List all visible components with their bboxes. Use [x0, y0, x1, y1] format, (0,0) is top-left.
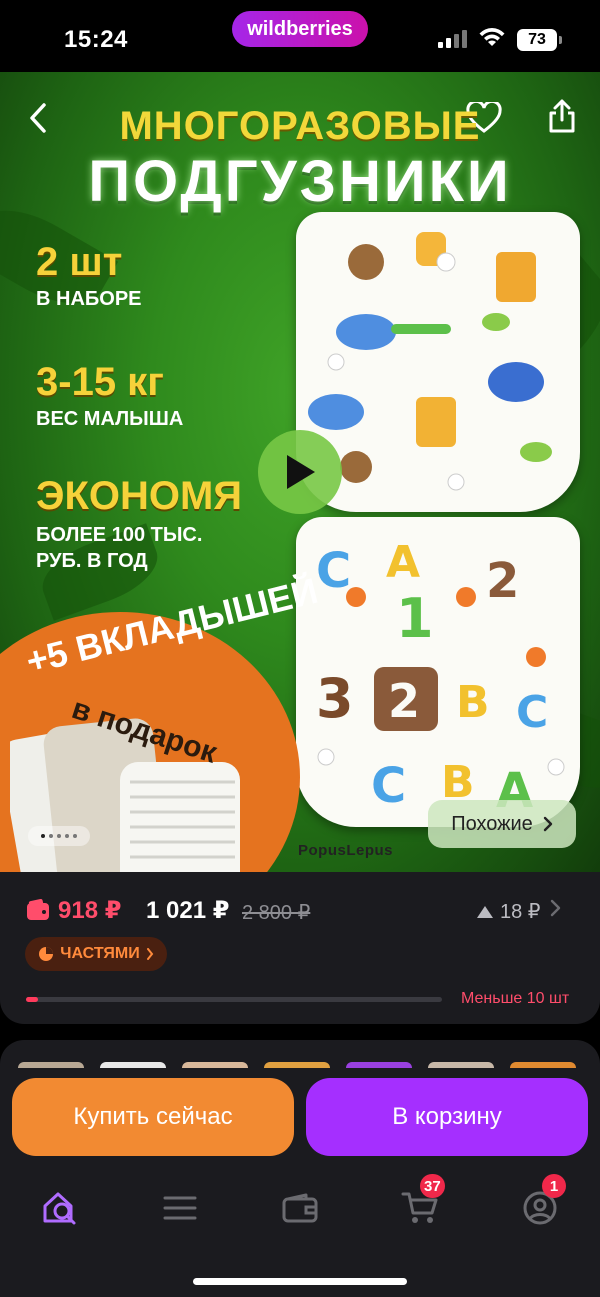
home-indicator — [193, 1278, 407, 1285]
carousel-pagination — [28, 826, 90, 846]
tab-home[interactable] — [38, 1186, 82, 1230]
tab-profile[interactable]: 1 — [518, 1174, 566, 1230]
svg-text:C: C — [316, 543, 351, 599]
tab-cart[interactable]: 37 — [398, 1174, 445, 1230]
wifi-icon — [479, 28, 505, 46]
variant-thumbnail[interactable] — [346, 1062, 412, 1068]
product-image-carousel[interactable]: МНОГОРАЗОВЫЕ ПОДГУЗНИКИ 2 шт В НАБОРЕ 3-… — [0, 72, 600, 872]
stat-savings-line2: РУБ. В ГОД — [36, 550, 148, 572]
svg-text:B: B — [456, 677, 490, 728]
pie-chart-icon — [39, 947, 54, 961]
old-price: 2 800 ₽ — [242, 902, 311, 924]
menu-icon — [163, 1196, 197, 1220]
svg-text:2: 2 — [486, 553, 519, 609]
stock-progress-bar — [26, 997, 442, 1002]
variant-thumbnail[interactable] — [100, 1062, 166, 1068]
wallet-price: 918 ₽ — [58, 897, 122, 924]
tab-wallet[interactable] — [278, 1186, 322, 1230]
similar-products-label: Похожие — [451, 812, 533, 835]
variant-thumbnail[interactable] — [264, 1062, 330, 1068]
svg-text:C: C — [516, 687, 548, 738]
diaper-alphabet-print: C A 2 1 3 2 B C C B A — [296, 517, 580, 827]
play-video-button[interactable] — [258, 430, 342, 514]
svg-text:C: C — [371, 758, 406, 814]
battery-indicator: 73 — [517, 29, 562, 51]
tab-catalog[interactable] — [158, 1186, 202, 1230]
status-bar: 15:24 wildberries 73 — [0, 0, 600, 72]
stat-savings: ЭКОНОМЯ — [36, 474, 243, 518]
add-to-cart-button[interactable]: В корзину — [306, 1078, 588, 1156]
stock-progress-fill — [26, 997, 39, 1002]
cart-badge: 37 — [420, 1174, 445, 1198]
chevron-right-icon[interactable] — [549, 898, 563, 918]
variant-thumbnail[interactable] — [428, 1062, 494, 1068]
current-price: 1 021 ₽ — [146, 897, 230, 924]
variant-thumbnail[interactable] — [18, 1062, 84, 1068]
installments-label: ЧАСТЯМИ — [60, 945, 140, 962]
similar-products-button[interactable]: Похожие — [428, 800, 576, 848]
hero-title-line1: МНОГОРАЗОВЫЕ — [119, 104, 481, 148]
hero-title-line2: ПОДГУЗНИКИ — [88, 149, 512, 214]
svg-text:A: A — [386, 537, 420, 588]
price-rise-value: 18 ₽ — [500, 901, 541, 923]
variant-thumbnail[interactable] — [182, 1062, 248, 1068]
variant-thumbnail[interactable] — [510, 1062, 576, 1068]
installments-button[interactable]: ЧАСТЯМИ — [25, 937, 167, 971]
triangle-up-icon — [477, 905, 493, 918]
stat-weight: 3-15 кг — [36, 360, 164, 404]
chevron-right-icon — [146, 948, 153, 960]
stat-weight-label: ВЕС МАЛЫША — [36, 408, 184, 430]
svg-text:3: 3 — [316, 667, 354, 730]
stock-label: Меньше 10 шт — [461, 990, 570, 1007]
buy-now-button[interactable]: Купить сейчас — [12, 1078, 294, 1156]
svg-text:2: 2 — [388, 674, 420, 728]
bottom-panel: Купить сейчас В корзину 37 1 — [0, 1040, 600, 1297]
play-icon — [287, 455, 315, 489]
wallet-icon — [27, 899, 49, 920]
status-time: 15:24 — [64, 26, 128, 53]
stat-quantity: 2 шт — [36, 240, 123, 284]
home-search-icon — [43, 1192, 76, 1225]
chevron-right-icon — [543, 816, 553, 832]
stat-savings-line1: БОЛЕЕ 100 ТЫС. — [36, 524, 203, 546]
brand-watermark: PopusLepus — [298, 842, 394, 859]
svg-text:1: 1 — [396, 587, 434, 650]
stat-quantity-label: В НАБОРЕ — [36, 288, 142, 310]
wallet-icon — [282, 1193, 318, 1223]
brand-pill[interactable]: wildberries — [232, 11, 368, 47]
profile-badge: 1 — [542, 1174, 566, 1198]
price-card: 918 ₽ 1 021 ₽ 2 800 ₽ 18 ₽ ЧАСТЯМИ Меньш… — [0, 872, 600, 1024]
price-history-button[interactable]: 18 ₽ — [476, 899, 541, 924]
cellular-signal-icon — [438, 30, 467, 48]
